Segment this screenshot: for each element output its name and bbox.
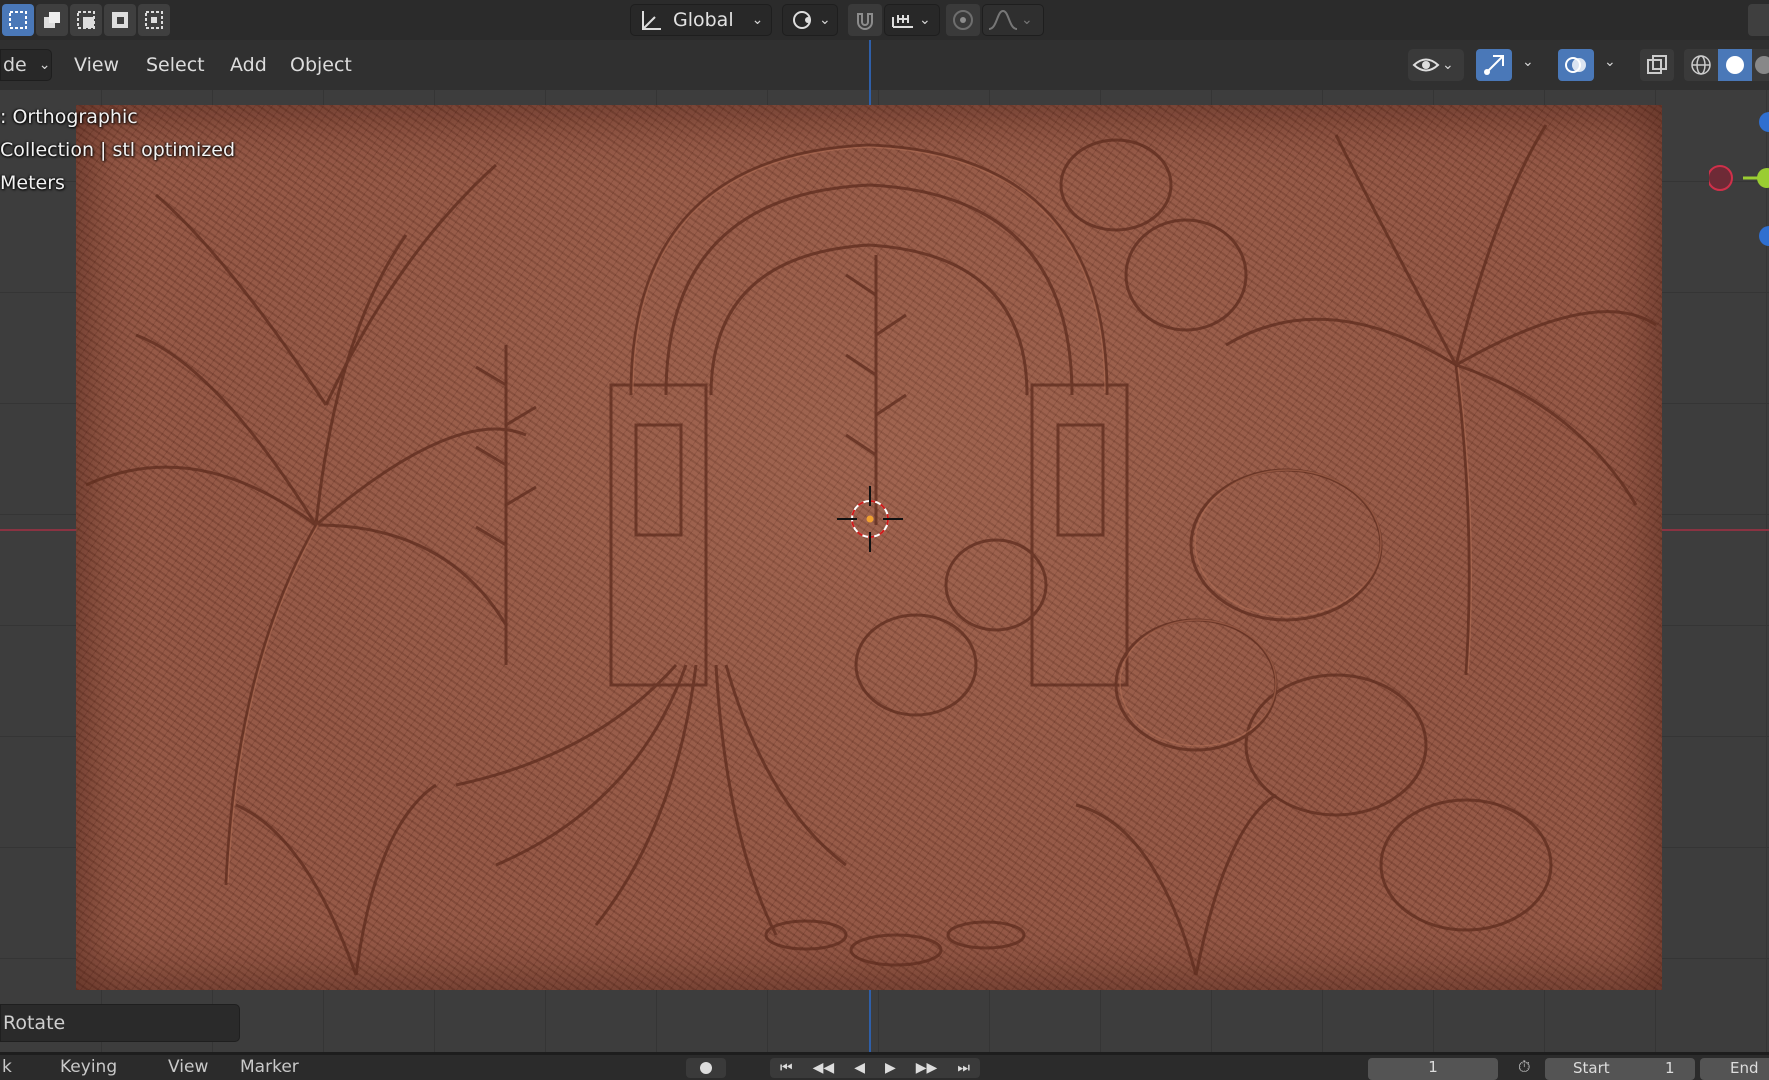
start-frame-value: 1: [1665, 1059, 1675, 1077]
collection-label: Collection | stl optimized: [0, 139, 236, 161]
last-operator-panel[interactable]: Rotate: [0, 1004, 240, 1042]
falloff-curve-icon: [988, 9, 1018, 30]
gizmo-toggle-button[interactable]: [1476, 49, 1512, 81]
snap-increment-icon: [892, 15, 913, 28]
chevron-down-icon: ⌄: [919, 12, 931, 28]
solid-shading-button[interactable]: [1718, 49, 1752, 81]
timeline-menu-playback[interactable]: k: [2, 1057, 12, 1077]
proportional-editing-button[interactable]: [946, 4, 980, 36]
material-sphere-icon: [1755, 56, 1769, 74]
pivot-icon: [793, 11, 811, 29]
select-box-icon: [9, 11, 27, 29]
timeline-menu-marker[interactable]: Marker: [240, 1057, 299, 1077]
jump-start-icon[interactable]: ⏮: [780, 1060, 793, 1076]
select-extend-mode-button[interactable]: [36, 4, 68, 36]
chevron-down-icon: ⌄: [751, 12, 764, 28]
start-frame-field[interactable]: Start 1: [1545, 1058, 1695, 1080]
stopwatch-icon[interactable]: ⏱: [1518, 1057, 1530, 1077]
interaction-mode-label: de: [3, 54, 27, 76]
units-label: Meters: [0, 172, 65, 194]
material-shading-button[interactable]: [1752, 49, 1769, 81]
end-frame-field[interactable]: End: [1700, 1058, 1769, 1080]
options-button-edge[interactable]: [1748, 4, 1769, 36]
select-box-mode-button[interactable]: [2, 4, 34, 36]
navigation-gizmo[interactable]: [1709, 100, 1769, 260]
chevron-down-icon[interactable]: ⌄: [1522, 54, 1534, 70]
xray-toggle-button[interactable]: [1640, 49, 1674, 81]
current-frame-value: 1: [1428, 1058, 1438, 1076]
chevron-down-icon: ⌄: [1442, 57, 1454, 73]
transform-orientation-label: Global: [673, 9, 734, 31]
record-button[interactable]: [686, 1058, 726, 1078]
select-intersect-mode-button[interactable]: [138, 4, 170, 36]
menu-select[interactable]: Select: [140, 52, 211, 78]
jump-end-icon[interactable]: ⏭: [957, 1060, 970, 1076]
solid-sphere-icon: [1726, 56, 1744, 74]
viewport-header: de ⌄ View Select Add Object ⌄ ⌄ ⌄: [0, 40, 1769, 90]
magnet-icon: [857, 13, 873, 30]
overlays-icon: [1565, 57, 1586, 73]
start-frame-label: Start: [1573, 1059, 1610, 1077]
snap-toggle-button[interactable]: [848, 4, 882, 36]
eye-icon: [1412, 58, 1440, 72]
select-invert-icon: [112, 12, 128, 28]
view-name-label: : Orthographic: [0, 106, 138, 128]
chevron-down-icon: ⌄: [38, 57, 51, 73]
select-intersect-icon: [145, 11, 163, 29]
menu-add[interactable]: Add: [224, 52, 273, 78]
play-reverse-icon[interactable]: ◀: [854, 1060, 865, 1076]
tool-header: Global ⌄ ⌄ ⌄ ⌄: [0, 0, 1769, 40]
chevron-down-icon[interactable]: ⌄: [1604, 54, 1616, 70]
select-subtract-icon: [77, 11, 95, 29]
wireframe-shading-button[interactable]: [1684, 49, 1718, 81]
3d-cursor-icon[interactable]: [835, 484, 905, 554]
timeline-header: k Keying View Marker ⏮ ◀◀ ◀ ▶ ▶▶ ⏭ 1 ⏱ S…: [0, 1055, 1769, 1080]
falloff-dropdown[interactable]: ⌄: [982, 4, 1044, 36]
wireframe-sphere-icon: [1691, 55, 1711, 75]
pivot-point-dropdown[interactable]: ⌄: [782, 4, 838, 36]
visibility-dropdown[interactable]: ⌄: [1408, 49, 1464, 81]
overlays-toggle-button[interactable]: [1558, 49, 1594, 81]
end-frame-label: End: [1730, 1059, 1759, 1077]
chevron-down-icon: ⌄: [1021, 12, 1033, 28]
select-invert-mode-button[interactable]: [104, 4, 136, 36]
interaction-mode-dropdown[interactable]: de ⌄: [0, 49, 52, 81]
next-keyframe-icon[interactable]: ▶▶: [916, 1060, 938, 1076]
select-extend-icon: [44, 12, 60, 28]
orientation-gizmo-icon: [642, 11, 661, 30]
timeline-menu-keying[interactable]: Keying: [60, 1057, 117, 1077]
proportional-edit-icon: [953, 10, 973, 30]
gizmo-icon: [1484, 55, 1504, 75]
timeline-menu-view[interactable]: View: [168, 1057, 208, 1077]
snap-target-dropdown[interactable]: ⌄: [884, 4, 940, 36]
play-icon[interactable]: ▶: [885, 1060, 896, 1076]
select-subtract-mode-button[interactable]: [70, 4, 102, 36]
xray-icon: [1647, 55, 1667, 74]
menu-object[interactable]: Object: [284, 52, 358, 78]
transform-orientation-dropdown[interactable]: Global ⌄: [630, 4, 772, 36]
operator-label: Rotate: [3, 1012, 66, 1034]
record-dot-icon: [700, 1062, 712, 1074]
current-frame-field[interactable]: 1: [1368, 1058, 1498, 1080]
menu-view[interactable]: View: [68, 52, 125, 78]
prev-keyframe-icon[interactable]: ◀◀: [813, 1060, 835, 1076]
chevron-down-icon: ⌄: [819, 12, 831, 28]
playback-controls: ⏮ ◀◀ ◀ ▶ ▶▶ ⏭: [770, 1058, 980, 1078]
